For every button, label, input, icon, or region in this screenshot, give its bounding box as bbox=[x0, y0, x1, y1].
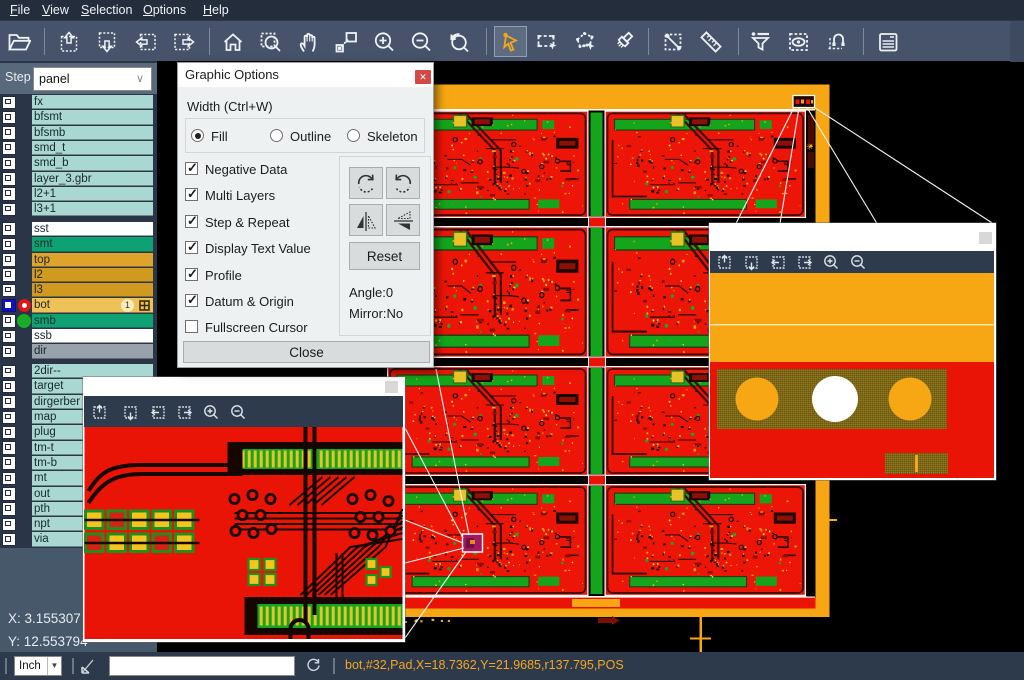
svg-text:✳: ✳ bbox=[822, 506, 830, 516]
svg-text:✳: ✳ bbox=[806, 142, 814, 152]
